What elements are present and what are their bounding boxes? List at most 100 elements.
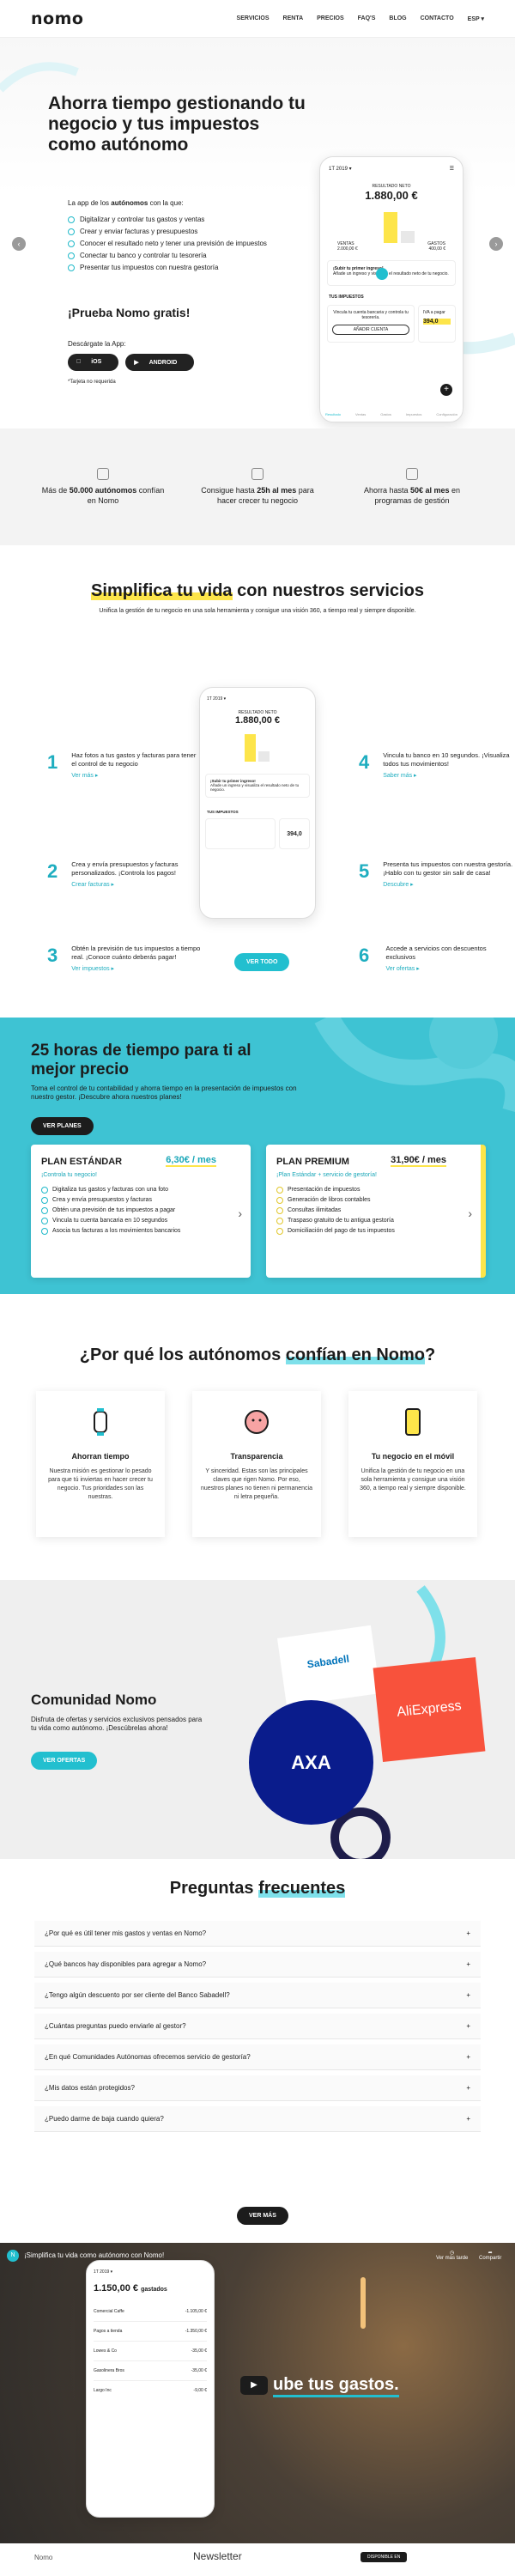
faq-item[interactable]: ¿Puedo darme de baja cuando quiera? + xyxy=(34,2106,481,2132)
view-more-faq-button[interactable]: VER MÁS xyxy=(237,2207,288,2225)
check-icon xyxy=(276,1197,283,1204)
android-download-button[interactable]: ▶ ANDROID xyxy=(125,354,195,371)
phone-header: 1T 2019 ▾ xyxy=(94,2269,113,2275)
tab-gastos[interactable]: Gastos xyxy=(380,412,391,416)
services-phone-mockup: 1T 2019 ▾ RESULTADO NETO 1.880,00 € ¡Sub… xyxy=(199,687,316,919)
play-button[interactable]: ▶ xyxy=(240,2376,268,2395)
chevron-right-icon[interactable]: › xyxy=(468,1206,472,1220)
faq-item[interactable]: ¿Por qué es útil tener mis gastos y vent… xyxy=(34,1921,481,1947)
add-account-button[interactable]: AÑADIR CUENTA xyxy=(332,325,409,335)
list-item: Conectar tu banco y controlar tu tesorer… xyxy=(68,250,267,262)
plus-icon[interactable]: + xyxy=(466,1929,470,1937)
language-selector[interactable]: ESP ▾ xyxy=(468,15,484,22)
service-item-3: 3 Obtén la previsión de tus impuestos a t… xyxy=(47,945,202,972)
list-item[interactable]: Largo Inc -9,00 € xyxy=(94,2381,207,2400)
first-income-tip[interactable]: ¡Subir tu primer ingreso! Añade un ingres… xyxy=(205,774,310,798)
carousel-next-button[interactable]: › xyxy=(489,237,503,251)
faq-item[interactable]: ¿En qué Comunidades Autónomas ofrecemos … xyxy=(34,2044,481,2070)
view-plans-button[interactable]: VER PLANES xyxy=(31,1117,94,1135)
faq-item[interactable]: ¿Tengo algún descuento por ser cliente d… xyxy=(34,1983,481,2008)
phone-tabbar: Resultado Ventas Gastos Impuestos Config… xyxy=(325,412,457,416)
add-fab-button[interactable]: + xyxy=(440,384,452,396)
income-bar xyxy=(384,212,397,243)
nav-contacto[interactable]: CONTACTO xyxy=(421,15,454,22)
video-title[interactable]: ¡Simplifica tu vida como autónomo con No… xyxy=(24,2251,164,2259)
list-item[interactable]: Comercial Caffe -1.105,00 € xyxy=(94,2302,207,2322)
faq-item[interactable]: ¿Qué bancos hay disponibles para agregar… xyxy=(34,1952,481,1978)
footer-logo[interactable]: Nomo xyxy=(34,2554,52,2561)
video-player[interactable]: N ¡Simplifica tu vida como autónomo con … xyxy=(0,2243,515,2543)
face-icon xyxy=(245,1410,269,1434)
footer: Nomo Newsletter DISPONIBLE EN xyxy=(0,2543,515,2576)
view-offers-button[interactable]: VER OFERTAS xyxy=(31,1752,98,1770)
plans-section: 25 horas de tiempo para ti al mejor prec… xyxy=(0,1018,515,1294)
tab-ventas[interactable]: Ventas xyxy=(355,412,366,416)
bank-card: Vincula tu cuenta bancaria y controla tu… xyxy=(327,305,415,343)
mobile-phone-icon xyxy=(405,1408,421,1436)
expense-bar xyxy=(258,751,270,762)
check-icon xyxy=(41,1207,48,1214)
service-link[interactable]: Crear facturas ▸ xyxy=(71,881,202,888)
list-item[interactable]: Lowes & Co -35,00 € xyxy=(94,2342,207,2361)
view-all-services-button[interactable]: VER TODO xyxy=(234,953,290,971)
tab-configuracion[interactable]: Configuración xyxy=(436,412,457,416)
clock-icon xyxy=(251,468,264,480)
service-link[interactable]: Ver más ▸ xyxy=(71,772,202,779)
try-free-heading: ¡Prueba Nomo gratis! xyxy=(68,306,191,319)
carousel-prev-button[interactable]: ‹ xyxy=(12,237,26,251)
community-text: Disfruta de ofertas y servicios exclusiv… xyxy=(31,1716,203,1732)
play-icon[interactable] xyxy=(376,268,388,280)
chevron-right-icon[interactable]: › xyxy=(238,1206,242,1220)
why-card-text: Nuestra misión es gestionar lo pesado pa… xyxy=(48,1468,153,1500)
channel-avatar[interactable]: N xyxy=(7,2250,19,2262)
expense-bar xyxy=(401,231,415,243)
list-item: Domiciliación del pago de tus impuestos xyxy=(276,1226,470,1236)
list-item[interactable]: Pagos a tienda -1.350,00 € xyxy=(94,2322,207,2342)
service-item-1: 1 Haz fotos a tus gastos y facturas para … xyxy=(47,751,202,779)
check-icon xyxy=(276,1207,283,1214)
faq-item[interactable]: ¿Cuántas preguntas puedo enviarle al ges… xyxy=(34,2014,481,2039)
service-link[interactable]: Descubre ▸ xyxy=(383,881,513,888)
list-item[interactable]: Gasolinera Bros -35,00 € xyxy=(94,2361,207,2381)
plus-icon[interactable]: + xyxy=(466,2115,470,2123)
plus-icon[interactable]: + xyxy=(466,2022,470,2030)
sabadell-logo[interactable]: Sabadell xyxy=(276,1625,381,1707)
check-icon xyxy=(276,1228,283,1235)
plus-icon[interactable]: + xyxy=(466,2084,470,2092)
ios-download-button[interactable]:  iOS xyxy=(68,354,119,371)
watch-later-button[interactable]: ◷ Ver más tarde xyxy=(436,2250,468,2261)
video-phone-mockup: 1T 2019 ▾ 1.150,00 € gastados Comercial … xyxy=(86,2260,215,2518)
aliexpress-logo[interactable]: AliExpress xyxy=(373,1657,486,1762)
list-item: Crea y envía presupuestos y facturas xyxy=(41,1195,240,1206)
plan-premium-card[interactable]: PLAN PREMIUM 31,90€ / mes ¡Plan Estándar… xyxy=(266,1145,486,1278)
service-link[interactable]: Ver ofertas ▸ xyxy=(385,965,513,972)
service-item-6: 6 Accede a servicios con descuentos exclu… xyxy=(359,945,513,972)
nav-precios[interactable]: PRECIOS xyxy=(317,15,344,22)
share-button[interactable]: ➦ Compartir xyxy=(479,2250,501,2261)
service-link[interactable]: Ver impuestos ▸ xyxy=(71,965,202,972)
why-card-title: Transparencia xyxy=(230,1452,283,1461)
plus-icon[interactable]: + xyxy=(466,1960,470,1968)
service-link[interactable]: Saber más ▸ xyxy=(383,772,513,779)
net-result-amount: 1.880,00 € xyxy=(235,715,280,726)
tab-resultado[interactable]: Resultado xyxy=(325,412,341,416)
nomo-logo[interactable]: nomo xyxy=(31,9,237,28)
plan-price: 31,90€ / mes xyxy=(391,1155,446,1167)
plus-icon[interactable]: + xyxy=(466,1991,470,1999)
axa-logo[interactable]: AXA xyxy=(249,1700,373,1825)
nav-faqs[interactable]: FAQ'S xyxy=(358,15,376,22)
nav-renta[interactable]: RENTA xyxy=(283,15,304,22)
nav-servicios[interactable]: SERVICIOS xyxy=(237,15,270,22)
first-income-tip[interactable]: ¡Subir tu primer ingreso! Añade un ingres… xyxy=(327,260,456,286)
app-store-badge[interactable]: DISPONIBLE EN xyxy=(360,2552,408,2562)
faq-item[interactable]: ¿Mis datos están protegidos? + xyxy=(34,2075,481,2101)
check-icon xyxy=(41,1218,48,1224)
plan-price: 6,30€ / mes xyxy=(166,1155,216,1167)
stats-band: Más de 50.000 autónomos confían en Nomo … xyxy=(0,428,515,545)
nav-blog[interactable]: BLOG xyxy=(389,15,406,22)
check-icon xyxy=(68,216,75,223)
list-item: Vincula tu cuenta bancaria en 10 segundo… xyxy=(41,1216,240,1226)
plan-standard-card[interactable]: PLAN ESTÁNDAR 6,30€ / mes ¡Controla tu n… xyxy=(31,1145,251,1278)
plus-icon[interactable]: + xyxy=(466,2053,470,2061)
tab-impuestos[interactable]: Impuestos xyxy=(406,412,421,416)
